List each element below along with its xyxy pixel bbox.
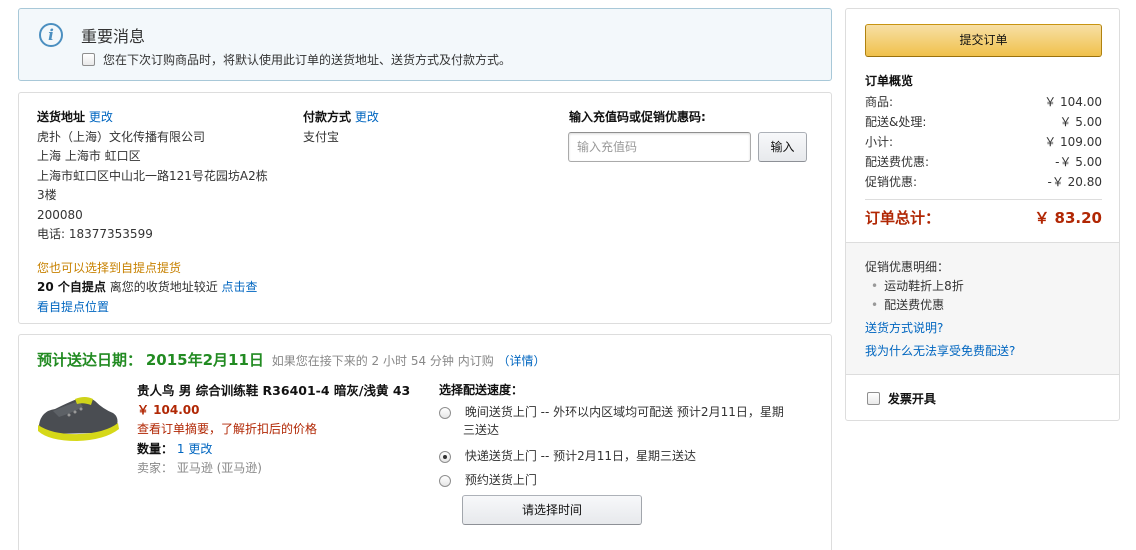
order-total-value: ￥ 83.20 bbox=[1034, 209, 1102, 227]
option-label: 快递送货上门 -- 预计2月11日，星期三送达 bbox=[464, 449, 697, 463]
change-payment-link[interactable]: 更改 bbox=[355, 110, 379, 124]
shipping-address-label: 送货地址 bbox=[37, 110, 86, 124]
option-label: 预约送货上门 bbox=[464, 473, 537, 487]
address-payment-panel: 送货地址 更改 虎扑（上海）文化传播有限公司 上海 上海市 虹口区 上海市虹口区… bbox=[18, 92, 832, 324]
invoice-checkbox[interactable] bbox=[867, 392, 880, 405]
radio-scheduled[interactable] bbox=[439, 474, 451, 487]
delivery-details-link[interactable]: （详情） bbox=[498, 354, 546, 368]
promo-section: 促销优惠明细： • 运动鞋折上8折 • 配送费优惠 送货方式说明? 我为什么无法享受… bbox=[846, 242, 1119, 375]
summary-title: 订单概览 bbox=[865, 74, 914, 88]
summary-row-promo-discount: 促销优惠: -￥ 20.80 bbox=[865, 175, 1102, 189]
radio-evening[interactable] bbox=[439, 406, 451, 419]
product-price: ￥ 104.00 bbox=[137, 402, 200, 417]
address-postcode: 200080 bbox=[37, 207, 83, 222]
delivery-date-row: 预计送达日期： 2015年2月11日 如果您在接下来的 2 小时 54 分钟 内… bbox=[37, 349, 546, 370]
option-label-cont: 三送达 bbox=[463, 423, 500, 437]
order-total-label: 订单总计： bbox=[865, 209, 941, 227]
coupon-input[interactable]: 输入充值码 bbox=[568, 132, 751, 162]
quantity-value: 1 bbox=[176, 441, 185, 456]
pickup-count: 20 个自提点 bbox=[37, 280, 106, 294]
default-settings-label: 您在下次订购商品时，将默认使用此订单的送货地址、送货方式及付款方式。 bbox=[103, 53, 512, 67]
change-quantity-link[interactable]: 更改 bbox=[188, 442, 212, 456]
order-summary-panel: 提交订单 订单概览 商品: ￥ 104.00 配送&处理: ￥ 5.00 小计: ￥ … bbox=[845, 8, 1120, 421]
promo-item: 配送费优惠 bbox=[884, 298, 945, 312]
coupon-section: 输入充值码或促销优惠码: bbox=[569, 108, 706, 128]
product-info: 贵人鸟 男 综合训练鞋 R36401-4 暗灰/浅黄 43 ￥ 104.00 查… bbox=[137, 381, 427, 479]
default-settings-checkbox[interactable] bbox=[82, 53, 95, 66]
pickup-link-cont[interactable]: 看自提点位置 bbox=[37, 300, 109, 314]
summary-row-subtotal: 小计: ￥ 109.00 bbox=[865, 135, 1102, 149]
product-image[interactable] bbox=[33, 385, 121, 445]
summary-row-items: 商品: ￥ 104.00 bbox=[865, 95, 1102, 109]
info-icon: i bbox=[39, 23, 63, 47]
delivery-date: 2015年2月11日 bbox=[145, 351, 264, 369]
shipping-option-evening[interactable]: 晚间送货上门 -- 外环以内区域均可配送 预计2月11日，星期 三送达 bbox=[439, 403, 819, 440]
invoice-label: 发票开具 bbox=[887, 392, 936, 406]
payment-section: 付款方式 更改 支付宝 bbox=[303, 108, 379, 147]
shoe-icon bbox=[38, 397, 119, 441]
change-address-link[interactable]: 更改 bbox=[89, 110, 113, 124]
product-title[interactable]: 贵人鸟 男 综合训练鞋 R36401-4 暗灰/浅黄 43 bbox=[137, 381, 427, 401]
coupon-apply-button[interactable]: 输入 bbox=[758, 132, 807, 162]
promo-details: 促销优惠明细： • 运动鞋折上8折 • 配送费优惠 送货方式说明? 我为什么无法享受… bbox=[865, 260, 1016, 358]
address-line: 上海市虹口区中山北一路121号花园坊A2栋 bbox=[37, 168, 268, 183]
address-line: 3楼 bbox=[37, 188, 57, 202]
important-notice: i 重要消息 您在下次订购商品时，将默认使用此订单的送货地址、送货方式及付款方式… bbox=[18, 8, 832, 81]
invoice-row[interactable]: 发票开具 bbox=[867, 390, 936, 407]
default-settings-row[interactable]: 您在下次订购商品时，将默认使用此订单的送货地址、送货方式及付款方式。 bbox=[82, 51, 511, 68]
shipping-speed-section: 选择配送速度： bbox=[439, 381, 819, 401]
delivery-date-label: 预计送达日期： bbox=[37, 351, 143, 369]
address-phone: 电话: 18377353599 bbox=[37, 227, 153, 241]
payment-method: 支付宝 bbox=[303, 129, 340, 144]
order-countdown: 如果您在接下来的 2 小时 54 分钟 内订购 bbox=[271, 354, 494, 368]
pickup-link[interactable]: 点击查 bbox=[222, 280, 258, 294]
select-time-button[interactable]: 请选择时间 bbox=[462, 495, 642, 525]
notice-title: 重要消息 bbox=[81, 27, 146, 46]
delivery-panel: 预计送达日期： 2015年2月11日 如果您在接下来的 2 小时 54 分钟 内… bbox=[18, 334, 832, 550]
free-shipping-info-link[interactable]: 我为什么无法享受免费配送? bbox=[865, 344, 1015, 358]
order-total-row: 订单总计： ￥ 83.20 bbox=[865, 207, 1102, 229]
shipping-option-scheduled[interactable]: 预约送货上门 bbox=[439, 471, 819, 488]
summary-divider bbox=[865, 199, 1102, 200]
quantity-label: 数量： bbox=[137, 441, 174, 456]
promo-item: 运动鞋折上8折 bbox=[884, 279, 964, 293]
summary-row-shipping-discount: 配送费优惠: -￥ 5.00 bbox=[865, 155, 1102, 169]
coupon-label: 输入充值码或促销优惠码: bbox=[569, 110, 706, 124]
discount-note: 查看订单摘要，了解折扣后的价格 bbox=[137, 422, 318, 436]
radio-express[interactable] bbox=[439, 450, 451, 463]
pickup-hint: 您也可以选择到自提点提货 bbox=[37, 260, 182, 275]
promo-title: 促销优惠明细： bbox=[865, 260, 950, 274]
seller: 卖家： 亚马逊 (亚马逊) bbox=[137, 461, 262, 475]
submit-order-button[interactable]: 提交订单 bbox=[865, 24, 1102, 57]
option-label: 晚间送货上门 -- 外环以内区域均可配送 预计2月11日，星期 bbox=[464, 405, 784, 419]
payment-label: 付款方式 bbox=[303, 110, 352, 124]
address-line: 上海 上海市 虹口区 bbox=[37, 149, 141, 163]
shipping-speed-title: 选择配送速度： bbox=[439, 383, 524, 397]
shipping-option-express[interactable]: 快递送货上门 -- 预计2月11日，星期三送达 bbox=[439, 447, 819, 464]
summary-row-shipping: 配送&处理: ￥ 5.00 bbox=[865, 115, 1102, 129]
shipping-address-section: 送货地址 更改 虎扑（上海）文化传播有限公司 上海 上海市 虹口区 上海市虹口区… bbox=[37, 108, 287, 317]
address-line: 虎扑（上海）文化传播有限公司 bbox=[37, 129, 206, 144]
pickup-text: 离您的收货地址较近 bbox=[105, 280, 222, 294]
shipping-method-info-link[interactable]: 送货方式说明? bbox=[865, 321, 943, 335]
